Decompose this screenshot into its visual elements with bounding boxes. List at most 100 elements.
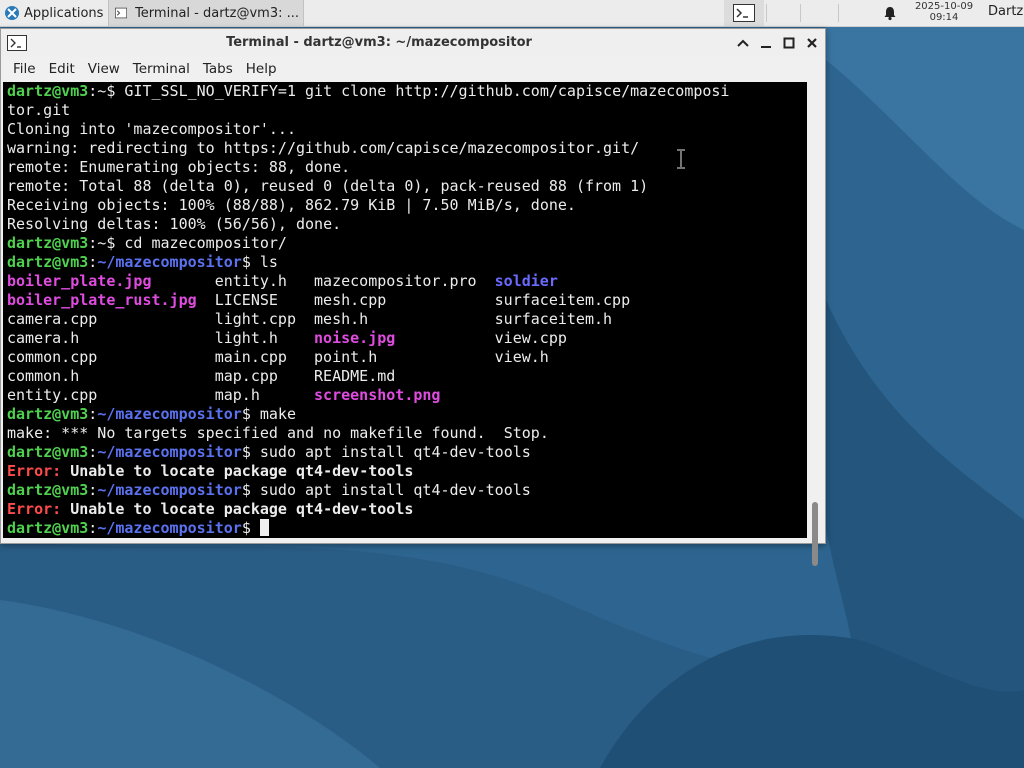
ls-entry: boiler_plate_rust.jpg [7,291,197,309]
window-close-button[interactable] [804,35,820,51]
taskbar-terminal-button[interactable]: Terminal - dartz@vm3: ... [108,0,304,26]
prompt-user: dartz@vm3 [7,253,89,271]
terminal-scrollbar[interactable] [807,82,825,566]
ls-entry: common.cpp [7,348,98,366]
ls-entry: view.h [494,348,549,366]
error-message: Unable to locate package qt4-dev-tools [70,500,414,518]
command-text: cd mazecompositor/ [124,234,287,252]
text-cursor [259,519,269,536]
command-text: sudo apt install qt4-dev-tools [259,481,531,499]
close-icon [807,38,817,48]
prompt-path: ~/mazecompositor [97,405,242,423]
ls-row: camera.cpp light.cpp mesh.h surfaceitem.h [7,310,807,329]
menu-help[interactable]: Help [240,61,283,77]
ls-row: camera.h light.h noise.jpg view.cpp [7,329,807,348]
minimize-icon [761,46,771,48]
prompt-path: ~/mazecompositor [97,519,242,537]
prompt-path: ~/mazecompositor [97,481,242,499]
command-text: make [259,405,296,423]
maximize-icon [783,37,795,49]
ls-row: common.h map.cpp README.md [7,367,807,386]
terminal-line: warning: redirecting to https://github.c… [7,139,640,157]
terminal-output[interactable]: dartz@vm3:~$ GIT_SSL_NO_VERIFY=1 git clo… [3,82,807,538]
ls-row: entity.cpp map.h screenshot.png [7,386,807,405]
error-message: Unable to locate package qt4-dev-tools [70,462,414,480]
terminal-launcher-icon [733,4,755,22]
prompt-user: dartz@vm3 [7,443,89,461]
ls-row: boiler_plate.jpg entity.h mazecompositor.p… [7,272,807,291]
ls-entry: map.cpp [214,367,278,385]
panel-separator [766,4,767,22]
ls-entry: README.md [314,367,396,385]
ls-entry: mesh.h [314,310,369,328]
ls-entry: common.h [7,367,80,385]
menu-file[interactable]: File [1,61,42,77]
command-text: sudo apt install qt4-dev-tools [259,443,531,461]
window-shade-button[interactable] [735,35,751,51]
prompt-user: dartz@vm3 [7,519,89,537]
ls-row: common.cpp main.cpp point.h view.h [7,348,807,367]
applications-label: Applications [24,5,104,21]
taskbar-terminal-label: Terminal - dartz@vm3: ... [135,5,299,21]
xfce-logo-icon [5,6,19,20]
applications-menu-button[interactable]: Applications [0,0,108,26]
terminal-line: dartz@vm3:~/mazecompositor$ sudo apt ins… [7,443,531,461]
prompt-user: dartz@vm3 [7,234,89,252]
prompt-user: dartz@vm3 [7,82,89,100]
window-titlebar[interactable]: Terminal - dartz@vm3: ~/mazecompositor [1,29,825,57]
terminal-line: dartz@vm3:~/mazecompositor$ ls [7,253,278,271]
prompt-path: ~/mazecompositor [97,253,242,271]
terminal-line: dartz@vm3:~/mazecompositor$ make [7,405,296,423]
ls-row: boiler_plate_rust.jpg LICENSE mesh.cpp surf… [7,291,807,310]
panel-separator [838,4,839,22]
terminal-line: Cloning into 'mazecompositor'... [7,120,296,138]
panel-terminal-launcher[interactable] [724,0,764,26]
top-panel: Applications Terminal - dartz@vm3: ... [0,0,1024,27]
terminal-line: dartz@vm3:~/mazecompositor$ sudo apt ins… [7,481,531,499]
panel-separator [800,4,801,22]
notification-bell-icon[interactable] [882,5,898,21]
terminal-window: Terminal - dartz@vm3: ~/mazecompositor F… [0,28,826,566]
window-minimize-button[interactable] [758,35,774,51]
terminal-line: dartz@vm3:~/mazecompositor$ [7,519,807,538]
chevron-up-icon [737,39,749,47]
ls-entry: entity.h [214,272,287,290]
ls-entry: mazecompositor.pro [314,272,477,290]
error-label: Error: [7,462,62,480]
menu-terminal[interactable]: Terminal [127,61,196,77]
clock-date: 2025-10-09 [914,1,974,12]
ls-entry: mesh.cpp [314,291,387,309]
menu-view[interactable]: View [82,61,126,77]
clock-time: 09:14 [929,12,959,23]
window-title: Terminal - dartz@vm3: ~/mazecompositor [226,35,532,50]
terminal-line: dartz@vm3:~$ GIT_SSL_NO_VERIFY=1 git clo… [7,82,730,100]
prompt-user: dartz@vm3 [7,405,89,423]
prompt-user: dartz@vm3 [7,481,89,499]
ls-output: boiler_plate.jpg entity.h mazecompositor.p… [7,272,807,405]
window-maximize-button[interactable] [781,35,797,51]
ls-entry: view.cpp [494,329,567,347]
terminal-line: Error: Unable to locate package qt4-dev-… [7,500,807,519]
terminal-line: remote: Enumerating objects: 88, done. [7,158,351,176]
menu-tabs[interactable]: Tabs [197,61,239,77]
menu-edit[interactable]: Edit [43,61,81,77]
terminal-icon [115,7,128,19]
terminal-line: Receiving objects: 100% (88/88), 862.79 … [7,196,576,214]
user-menu[interactable]: Dartz [988,4,1023,19]
ls-entry: screenshot.png [314,386,441,404]
ls-entry: surfaceitem.h [494,310,613,328]
ls-entry: soldier [494,272,558,290]
terminal-line: Resolving deltas: 100% (56/56), done. [7,215,342,233]
terminal-line: tor.git [7,101,71,119]
terminal-line: Error: Unable to locate package qt4-dev-… [7,462,807,481]
ls-entry: entity.cpp [7,386,98,404]
ls-entry: surfaceitem.cpp [494,291,631,309]
command-text: GIT_SSL_NO_VERIFY=1 git clone http://git… [124,82,730,100]
ls-entry: camera.h [7,329,80,347]
scrollbar-thumb[interactable] [812,502,818,566]
panel-clock[interactable]: 2025-10-09 09:14 [906,1,982,23]
terminal-line: remote: Total 88 (delta 0), reused 0 (de… [7,177,649,195]
ls-entry: LICENSE [214,291,278,309]
command-text: ls [259,253,278,271]
terminal-line: make: *** No targets specified and no ma… [7,424,549,442]
